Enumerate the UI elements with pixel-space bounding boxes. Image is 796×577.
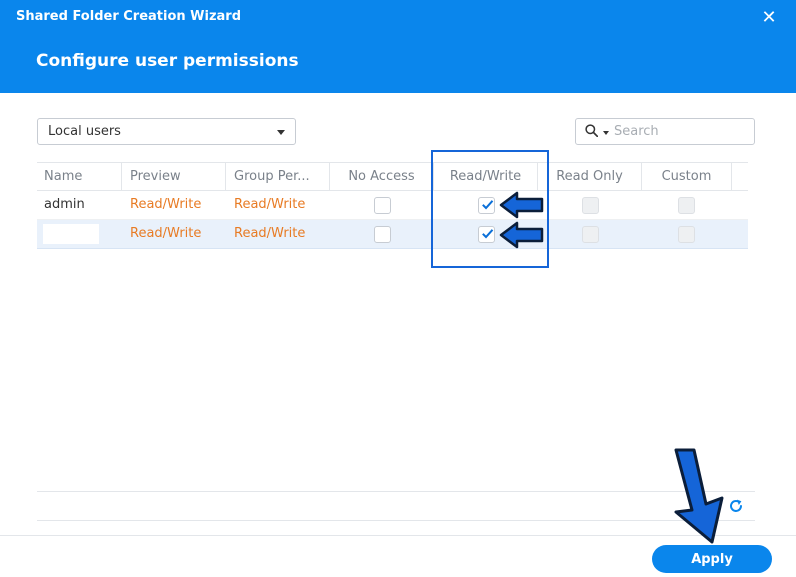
wizard-title: Shared Folder Creation Wizard	[16, 9, 242, 24]
apply-button[interactable]: Apply	[652, 545, 772, 573]
step-title: Configure user permissions	[36, 51, 299, 71]
read-only-checkbox[interactable]	[582, 197, 599, 214]
column-header-group-permission[interactable]: Group Per...	[226, 163, 330, 190]
grid-bottom-divider	[37, 491, 755, 492]
table-header: Name Preview Group Per... No Access Read…	[37, 162, 748, 191]
wizard-header: Shared Folder Creation Wizard ✕ Configur…	[0, 0, 796, 93]
custom-checkbox[interactable]	[678, 226, 695, 243]
no-access-checkbox[interactable]	[374, 197, 391, 214]
table-row[interactable]: admin Read/Write Read/Write	[37, 191, 748, 220]
table-row[interactable]: Read/Write Read/Write	[37, 220, 748, 249]
column-header-name[interactable]: Name	[37, 163, 122, 190]
column-header-preview[interactable]: Preview	[122, 163, 226, 190]
column-header-no-access[interactable]: No Access	[330, 163, 434, 190]
user-name	[37, 220, 122, 248]
group-permission: Read/Write	[234, 197, 306, 212]
preview-permission: Read/Write	[130, 197, 202, 212]
column-header-spacer	[732, 163, 748, 190]
arrow-annotation-icon	[674, 448, 724, 544]
group-permission: Read/Write	[234, 226, 306, 241]
arrow-annotation-icon	[499, 221, 544, 249]
no-access-checkbox[interactable]	[374, 226, 391, 243]
column-header-read-only[interactable]: Read Only	[538, 163, 642, 190]
search-icon[interactable]	[585, 124, 598, 137]
column-header-custom[interactable]: Custom	[642, 163, 732, 190]
user-type-dropdown[interactable]: Local users	[37, 118, 296, 145]
user-type-value: Local users	[48, 124, 121, 139]
search-options-caret-icon[interactable]	[603, 131, 609, 135]
custom-checkbox[interactable]	[678, 197, 695, 214]
preview-permission: Read/Write	[130, 226, 202, 241]
redacted-name	[43, 224, 99, 244]
search-input[interactable]	[614, 122, 750, 141]
read-only-checkbox[interactable]	[582, 226, 599, 243]
chevron-down-icon	[277, 130, 285, 135]
permissions-table: Name Preview Group Per... No Access Read…	[37, 162, 748, 249]
user-name: admin	[44, 197, 85, 212]
toolbar-bottom-divider	[37, 520, 755, 521]
search-box[interactable]	[575, 118, 755, 145]
arrow-annotation-icon	[499, 191, 544, 219]
close-icon[interactable]: ✕	[758, 7, 780, 29]
